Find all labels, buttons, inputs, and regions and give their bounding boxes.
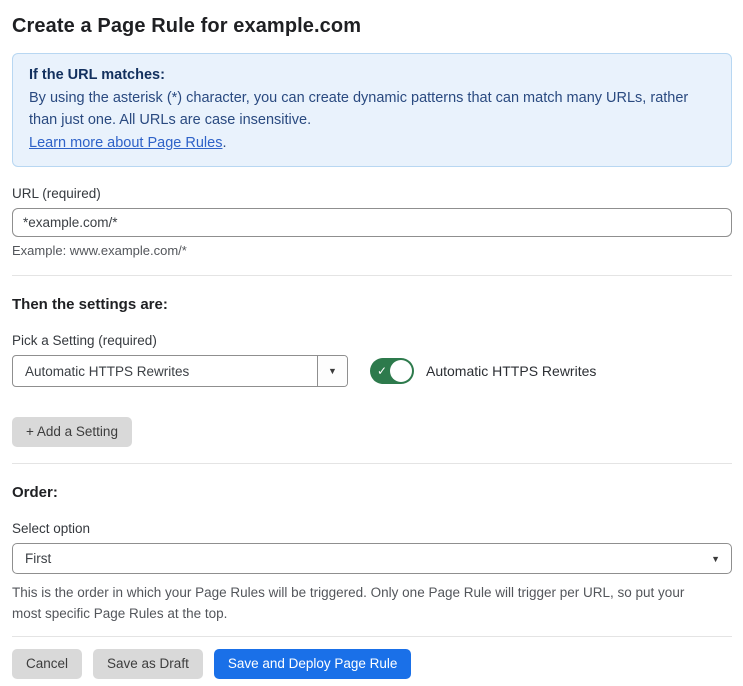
footer-button-row: Cancel Save as Draft Save and Deploy Pag… xyxy=(12,649,732,679)
caret-down-icon: ▼ xyxy=(711,553,720,564)
order-helper-text: This is the order in which your Page Rul… xyxy=(12,585,685,621)
info-box-heading: If the URL matches: xyxy=(29,67,165,83)
info-box-body: By using the asterisk (*) character, you… xyxy=(29,89,689,129)
divider xyxy=(12,463,732,464)
learn-more-link[interactable]: Learn more about Page Rules xyxy=(29,135,222,151)
page-title: Create a Page Rule for example.com xyxy=(12,15,362,37)
divider xyxy=(12,275,732,276)
info-box-link-line: Learn more about Page Rules. xyxy=(29,132,715,155)
url-match-info-box: If the URL matches: By using the asteris… xyxy=(12,53,732,167)
add-setting-button[interactable]: + Add a Setting xyxy=(12,417,132,447)
link-suffix: . xyxy=(222,134,227,151)
https-rewrites-toggle[interactable]: ✓ xyxy=(370,358,414,384)
cancel-button[interactable]: Cancel xyxy=(12,649,83,679)
setting-row: Automatic HTTPS Rewrites ▼ ✓ Automatic H… xyxy=(12,355,732,387)
url-input[interactable] xyxy=(12,208,732,237)
order-section-heading: Order: xyxy=(12,484,58,501)
url-field-label: URL (required) xyxy=(12,186,101,201)
setting-picker-label: Pick a Setting (required) xyxy=(12,333,157,348)
caret-down-icon[interactable]: ▼ xyxy=(317,356,347,386)
order-select-value: First xyxy=(25,551,52,566)
setting-picker-dropdown[interactable]: Automatic HTTPS Rewrites ▼ xyxy=(12,355,348,387)
save-and-deploy-button[interactable]: Save and Deploy Page Rule xyxy=(213,649,412,679)
setting-picker-value: Automatic HTTPS Rewrites xyxy=(25,363,190,379)
settings-section-heading: Then the settings are: xyxy=(12,296,168,313)
toggle-label: Automatic HTTPS Rewrites xyxy=(426,363,597,379)
order-select-label: Select option xyxy=(12,521,91,536)
order-select[interactable]: First ▼ xyxy=(12,543,732,574)
divider xyxy=(12,636,732,637)
save-as-draft-button[interactable]: Save as Draft xyxy=(93,649,203,679)
toggle-knob xyxy=(390,360,412,382)
url-example-helper: Example: www.example.com/* xyxy=(12,243,187,258)
check-icon: ✓ xyxy=(377,364,388,378)
